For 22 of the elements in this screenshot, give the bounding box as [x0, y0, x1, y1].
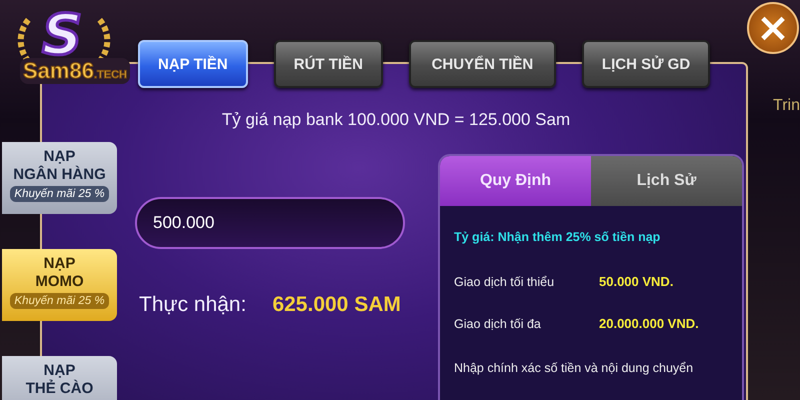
amount-field[interactable]: 500.000 — [135, 197, 405, 249]
instruction-text: Nhập chính xác số tiền và nội dung chuyển — [454, 361, 694, 375]
close-button[interactable]: × — [747, 2, 799, 54]
info-tab[interactable]: Quy Định — [440, 156, 591, 206]
received-label: Thực nhận: — [139, 293, 246, 317]
received-amount: 625.000 SAM — [272, 293, 401, 317]
bonus-rate-text: Tỷ giá: Nhận thêm 25% số tiền nạp — [454, 230, 662, 244]
info-tab[interactable]: Lịch Sử — [591, 156, 742, 206]
limit-value: 50.000 VND. — [599, 274, 674, 289]
top-tab[interactable]: LỊCH SỬ GD — [582, 40, 710, 88]
limit-label: Giao dịch tối thiểu — [454, 274, 556, 288]
sidebar-item[interactable]: NẠP THẺ CÀO — [2, 356, 117, 400]
limit-label: Giao dịch tối đa — [454, 316, 542, 330]
top-tab[interactable]: CHUYỂN TIỀN — [408, 40, 556, 88]
sidebar-item[interactable]: NẠP MOMO Khuyến mãi 25 % — [2, 249, 117, 321]
background-text: Trin — [773, 97, 800, 115]
exchange-rate-text: Tỷ giá nạp bank 100.000 VND = 125.000 Sam — [220, 110, 572, 131]
limit-value: 20.000.000 VND. — [599, 316, 699, 331]
top-tab[interactable]: RÚT TIỀN — [274, 40, 383, 88]
sidebar-item[interactable]: NẠP NGÂN HÀNG Khuyến mãi 25 % — [2, 142, 117, 214]
top-tab[interactable]: NẠP TIỀN — [138, 40, 248, 88]
logo: S Sam86.TECH — [8, 6, 134, 90]
